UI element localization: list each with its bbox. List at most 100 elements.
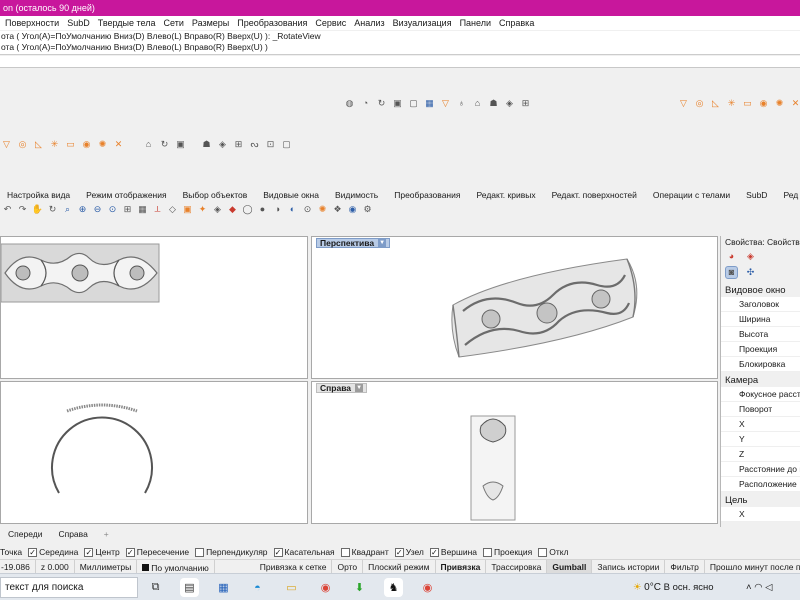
status-history[interactable]: Запись истории [592,560,666,573]
menu-panels[interactable]: Панели [456,16,495,30]
osnap-midpoint[interactable]: ✓ Середина [26,545,78,559]
cplane-icon[interactable]: ⟂ [151,203,164,216]
status-layer[interactable]: По умолчанию [137,560,215,573]
file-explorer-icon[interactable]: ▭ [282,578,301,597]
checkbox[interactable]: ✓ [429,547,439,557]
chevron-down-icon[interactable]: ▼ [355,384,364,392]
sun-icon[interactable]: ✳ [48,138,61,151]
menu-analyze[interactable]: Анализ [350,16,388,30]
viewport-title-right[interactable]: Справа ▼ [316,383,368,393]
pen-icon[interactable]: ◉ [346,203,359,216]
property-row[interactable]: Заголовок [721,297,800,312]
weather-widget[interactable]: ☀ 0°C В осн. ясно [633,582,714,593]
zoom-extents-icon[interactable]: ⊖ [91,203,104,216]
osnap-knot[interactable]: ✓ Узел [393,545,424,559]
tab-right[interactable]: Справа [50,527,95,542]
calculator-icon[interactable]: ▤ [180,578,199,597]
property-row[interactable]: X [721,507,800,522]
toggle-icon[interactable]: ◆ [226,203,239,216]
checkbox[interactable] [340,547,350,557]
property-row[interactable]: Поворот [721,402,800,417]
linear-light-icon[interactable]: ◺ [32,138,45,151]
osnap-quadrant[interactable]: Квадрант [339,545,389,559]
hide-light-icon[interactable]: ✕ [112,138,125,151]
ground-plane-icon[interactable]: ☗ [200,138,213,151]
named-view-icon[interactable]: ▣ [181,203,194,216]
tab-view-setup[interactable]: Настройка вида [0,189,78,203]
menu-meshes[interactable]: Сети [160,16,188,30]
spotlight-icon[interactable]: ▽ [677,97,690,110]
checkbox[interactable] [538,547,548,557]
shaded-icon[interactable]: ● [256,203,269,216]
artistic-icon[interactable]: ❖ [331,203,344,216]
viewport-front[interactable] [0,381,308,524]
checkbox[interactable] [483,547,493,557]
rectangular-light-icon[interactable]: ▭ [64,138,77,151]
property-row[interactable]: X [721,417,800,432]
skylight-icon[interactable]: ✺ [96,138,109,151]
command-input[interactable] [0,56,800,68]
menu-transform[interactable]: Преобразования [233,16,311,30]
rotate-view-icon[interactable]: ↻ [46,203,59,216]
directional-light-icon[interactable]: ◉ [80,138,93,151]
tab-select[interactable]: Выбор объектов [175,189,256,203]
checkbox[interactable]: ✓ [394,547,404,557]
menu-solids[interactable]: Твердые тела [94,16,160,30]
material-icon[interactable]: ▦ [423,97,436,110]
camera-icon[interactable]: ◈ [503,97,516,110]
property-row[interactable]: Расстояние до ц [721,462,800,477]
osnap-center[interactable]: ✓ Центр [82,545,120,559]
status-smarttrack[interactable]: Трассировка [486,560,548,573]
osnap-end[interactable]: Точка [0,545,22,559]
osnap-intersection[interactable]: ✓ Пересечение [124,545,189,559]
zoom-selected-icon[interactable]: ⊙ [106,203,119,216]
spotlight-icon[interactable]: ▽ [0,138,13,151]
status-osnap[interactable]: Привязка [436,560,487,573]
light-icon[interactable]: ♁ [455,97,468,110]
object-icon[interactable]: ⊡ [264,138,277,151]
tab-surface-tools[interactable]: Редакт. поверхностей [544,189,645,203]
rotate-icon[interactable]: ↻ [158,138,171,151]
checkbox[interactable] [195,547,205,557]
camera-icon[interactable]: ◙ [725,266,738,279]
spotlight-icon[interactable]: ▽ [439,97,452,110]
camera-icon[interactable]: ◈ [216,138,229,151]
environment-icon[interactable]: ⌂ [142,138,155,151]
tab-front[interactable]: Спереди [0,527,50,542]
property-row[interactable]: Фокусное рассто [721,387,800,402]
zoom-icon[interactable]: ⌕ [61,203,74,216]
tab-visibility[interactable]: Видимость [327,189,386,203]
store-icon[interactable]: ▦ [214,578,233,597]
property-row[interactable]: Z [721,447,800,462]
osnap-perpendicular[interactable]: Перпендикуляр [193,545,268,559]
ghosted-icon[interactable]: ◐ [286,203,299,216]
property-row[interactable]: Проекция [721,342,800,357]
status-units[interactable]: Миллиметры [75,560,138,573]
set-view-icon[interactable]: ◇ [166,203,179,216]
torrent-icon[interactable]: ⬇ [350,578,369,597]
grid-icon[interactable]: ▦ [136,203,149,216]
volume-icon[interactable]: ◁ [765,582,772,593]
property-row[interactable]: Расположение [721,477,800,492]
viewport-right[interactable]: Справа ▼ [311,381,718,524]
tab-viewports[interactable]: Видовые окна [255,189,327,203]
checkbox[interactable]: ✓ [125,547,135,557]
task-view-icon[interactable]: ⧉ [146,578,165,597]
status-filter[interactable]: Фильтр [665,560,705,573]
render-window-icon[interactable]: ⊞ [519,97,532,110]
tab-transform[interactable]: Преобразования [386,189,468,203]
hide-light-icon[interactable]: ✕ [789,97,800,110]
chrome-icon[interactable]: ◉ [316,578,335,597]
directional-light-icon[interactable]: ◉ [757,97,770,110]
layer-icon[interactable]: ◈ [744,250,757,263]
viewport-top[interactable] [0,236,308,379]
four-views-icon[interactable]: ⊞ [121,203,134,216]
checkbox[interactable]: ✓ [28,547,38,557]
pan-hand-icon[interactable]: ✋ [31,203,44,216]
render-icon[interactable]: ◔ [359,97,372,110]
checkbox[interactable]: ✓ [273,547,283,557]
wireframe-icon[interactable]: ◯ [241,203,254,216]
tab-display-mode[interactable]: Режим отображения [78,189,174,203]
render-window-icon[interactable]: ⊞ [232,138,245,151]
menu-help[interactable]: Справка [495,16,538,30]
